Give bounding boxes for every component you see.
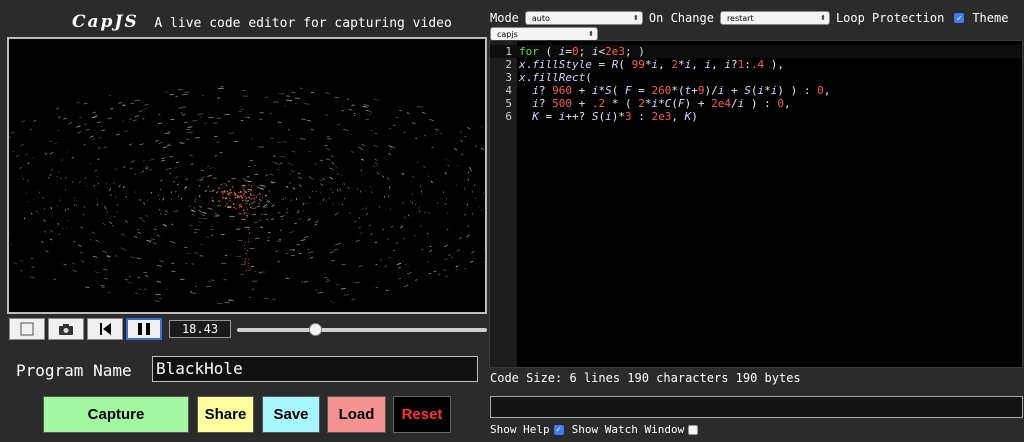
code-line[interactable]: 1 for ( i=0; i<2e3; ) [490, 45, 1022, 58]
editor-footer: Show Help ✓ Show Watch Window [490, 423, 706, 436]
capture-button[interactable]: Capture [43, 396, 189, 433]
app-title: CapJS A live code editor for capturing v… [72, 12, 452, 36]
on-change-select-value: restart [726, 13, 754, 23]
select-arrows-icon: ⬍ [820, 14, 826, 22]
app-logo: CapJS [72, 12, 139, 32]
on-change-select[interactable]: restart ⬍ [719, 11, 830, 25]
show-help-label: Show Help [490, 423, 550, 436]
loop-protection-checkbox[interactable]: ✓ [954, 13, 965, 23]
show-watch-label: Show Watch Window [571, 423, 685, 436]
code-line[interactable]: 5 i? 500 + .2 * ( 2*i*C(F) + 2e4/i ) : 0… [490, 97, 1022, 110]
on-change-label: On Change [648, 11, 714, 25]
code-text: K = i++? S(i)*3 : 2e3, K) [532, 110, 698, 123]
save-button[interactable]: Save [262, 396, 320, 433]
line-number: 2 [505, 58, 512, 71]
mode-select-value: auto [531, 13, 550, 23]
code-text: x.fillRect( [519, 71, 592, 84]
watch-input[interactable] [490, 396, 1023, 418]
editor-toolbar: Mode auto ⬍ On Change restart ⬍ Loop Pro… [490, 9, 1014, 27]
code-text: i? 500 + .2 * ( 2*i*C(F) + 2e4/i ) : 0, [532, 97, 791, 110]
code-line[interactable]: 6 K = i++? S(i)*3 : 2e3, K) [490, 110, 1022, 123]
code-size-status: Code Size: 6 lines 190 characters 190 by… [490, 371, 801, 385]
seek-track-area [9, 318, 489, 340]
share-button[interactable]: Share [197, 396, 254, 433]
load-button[interactable]: Load [327, 396, 386, 433]
line-number: 5 [505, 97, 512, 110]
video-canvas[interactable] [7, 37, 487, 314]
code-line[interactable]: 4 i? 960 + i*S( F = 260*(t+9)/i + S(i*i)… [490, 84, 1022, 97]
app-subtitle: A live code editor for capturing video [154, 16, 452, 31]
theme-select[interactable]: capjs ⬍ [490, 27, 598, 41]
mode-select[interactable]: auto ⬍ [524, 11, 643, 25]
select-arrows-icon: ⬍ [633, 14, 639, 22]
mode-label: Mode [490, 11, 519, 25]
reset-button[interactable]: Reset [393, 396, 451, 433]
seek-slider[interactable] [237, 323, 487, 336]
galaxy-render [9, 86, 485, 305]
code-editor[interactable]: 1 for ( i=0; i<2e3; ) 2 x.fillStyle = R( 99… [489, 40, 1023, 368]
show-watch-checkbox[interactable] [688, 424, 699, 435]
line-number: 4 [505, 84, 512, 97]
seek-slider-thumb[interactable] [308, 323, 322, 336]
code-text: x.fillStyle = R( 99*i, 2*i, i, i?1:.4 ), [519, 58, 784, 71]
line-number: 3 [505, 71, 512, 84]
loop-protection-label: Loop Protection [835, 11, 945, 25]
program-name-label: Program Name [16, 361, 132, 380]
theme-label: Theme [972, 11, 1009, 25]
line-number: 1 [505, 45, 512, 58]
code-text: i? 960 + i*S( F = 260*(t+9)/i + S(i*i) )… [532, 84, 831, 97]
theme-select-value: capjs [497, 29, 518, 39]
code-line[interactable]: 3 x.fillRect( [490, 71, 1022, 84]
show-help-checkbox[interactable]: ✓ [553, 424, 564, 435]
program-name-input[interactable]: BlackHole [152, 356, 478, 382]
select-arrows-icon: ⬍ [588, 30, 594, 38]
line-number: 6 [505, 110, 512, 123]
code-line[interactable]: 2 x.fillStyle = R( 99*i, 2*i, i, i?1:.4 )… [490, 58, 1022, 71]
code-text: for ( i=0; i<2e3; ) [519, 45, 645, 58]
